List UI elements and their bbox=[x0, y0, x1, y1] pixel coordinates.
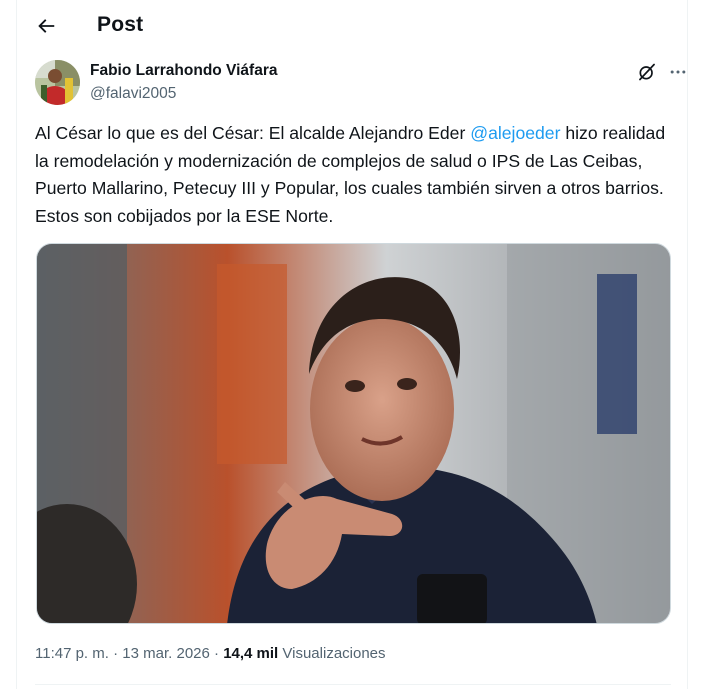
photo-image bbox=[37, 244, 670, 623]
author-row: Fabio Larrahondo Viáfara @falavi2005 bbox=[35, 58, 686, 110]
post-text-part1: Al César lo que es del César: El alcalde… bbox=[35, 123, 471, 143]
meta-separator: · bbox=[108, 645, 123, 662]
more-button[interactable] bbox=[665, 60, 691, 84]
post-column: Post Fabio Larrahondo Viáfara @falavi200… bbox=[16, 0, 688, 689]
views-count: 14,4 mil bbox=[223, 645, 279, 662]
page-title: Post bbox=[97, 13, 144, 36]
avatar[interactable] bbox=[35, 60, 80, 105]
mention-link[interactable]: @alejoeder bbox=[470, 123, 560, 143]
arrow-left-icon bbox=[38, 19, 55, 33]
author-handle[interactable]: @falavi2005 bbox=[90, 85, 176, 103]
back-button[interactable] bbox=[29, 9, 63, 43]
post-date-link[interactable]: 13 mar. 2026 bbox=[122, 645, 210, 662]
post-text: Al César lo que es del César: El alcalde… bbox=[35, 120, 675, 230]
grok-button[interactable] bbox=[635, 60, 659, 84]
views-label: Visualizaciones bbox=[278, 645, 386, 662]
meta-separator: · bbox=[209, 645, 224, 662]
post-time-link[interactable]: 11:47 p. m. bbox=[35, 645, 109, 662]
grok-icon bbox=[639, 63, 655, 81]
post-meta: 11:47 p. m. · 13 mar. 2026 · 14,4 mil Vi… bbox=[35, 645, 386, 662]
author-display-name[interactable]: Fabio Larrahondo Viáfara bbox=[90, 62, 277, 80]
top-bar: Post bbox=[17, 0, 687, 53]
avatar-image bbox=[35, 60, 80, 105]
post-photo[interactable] bbox=[36, 243, 671, 624]
more-horizontal-icon bbox=[670, 70, 686, 74]
divider bbox=[35, 684, 671, 685]
